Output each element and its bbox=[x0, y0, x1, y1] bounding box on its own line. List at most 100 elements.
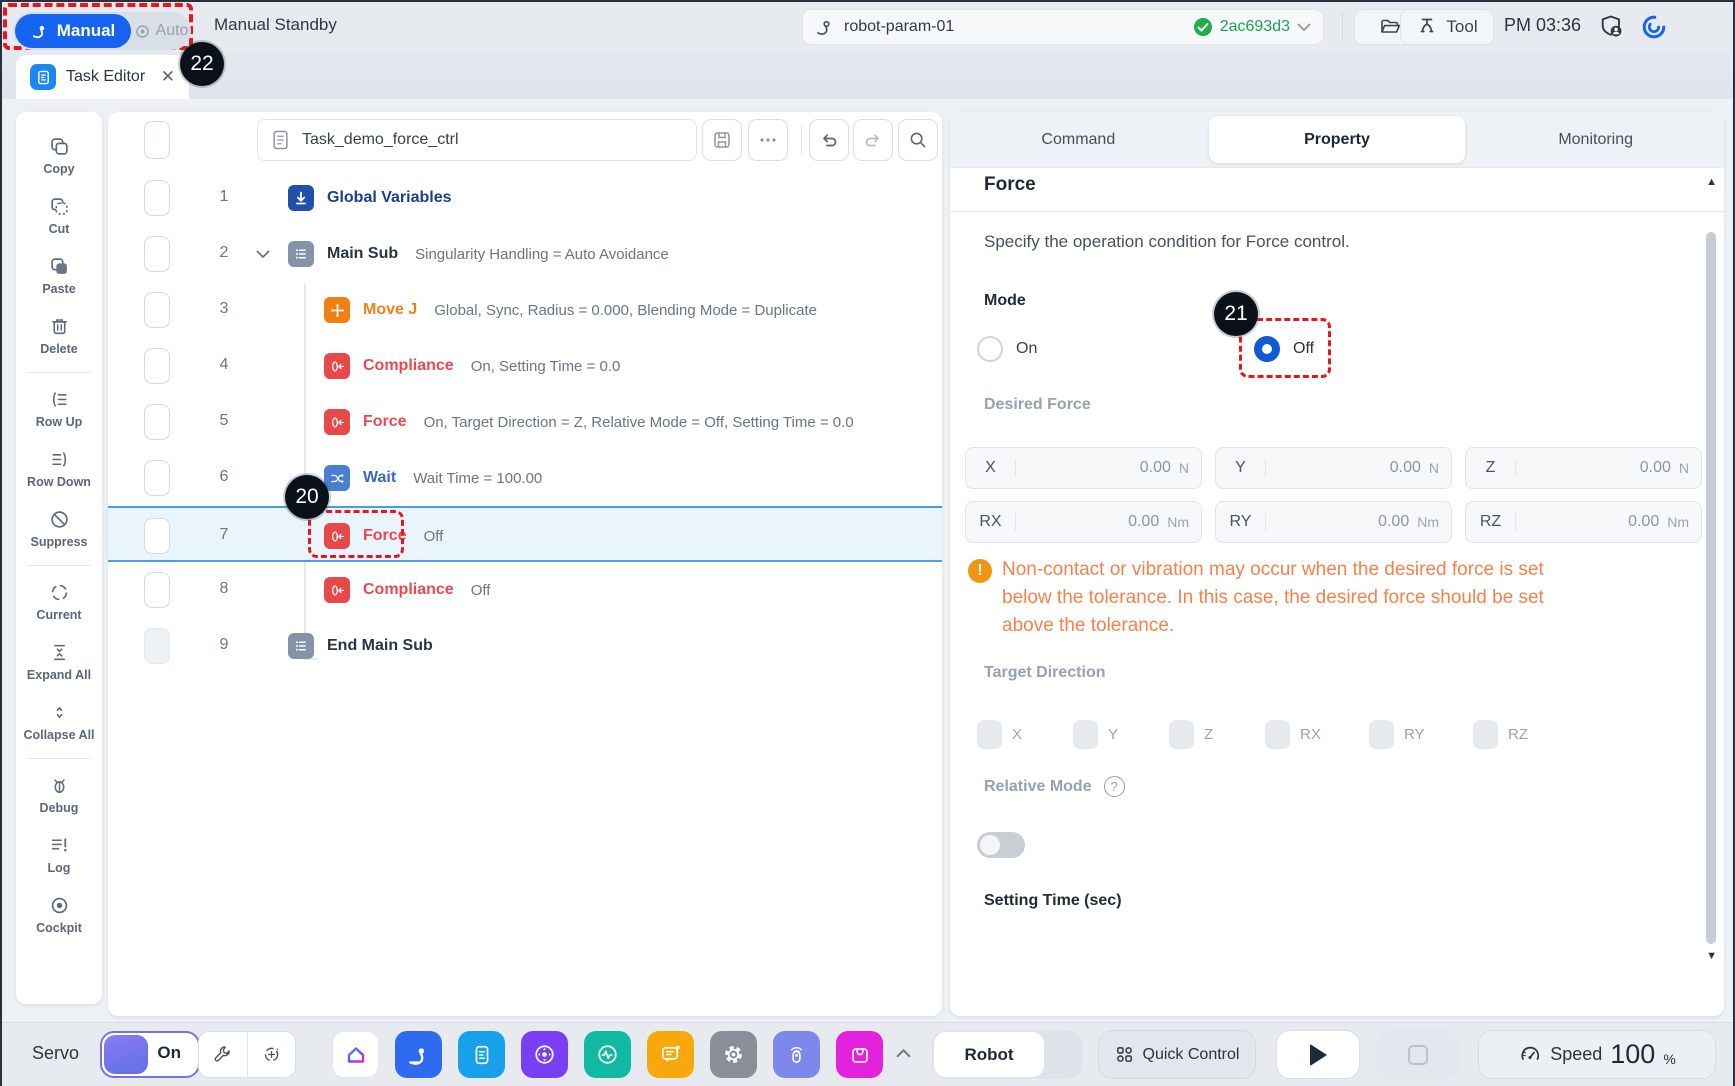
row-up-button[interactable]: Row Up bbox=[16, 379, 102, 439]
task-name-field[interactable]: Task_demo_force_ctrl bbox=[257, 119, 697, 161]
tab-monitoring[interactable]: Monitoring bbox=[1467, 112, 1724, 167]
redo-button[interactable] bbox=[853, 119, 893, 161]
mode-toggle: Manual Auto bbox=[13, 12, 191, 50]
task-row-3[interactable]: 3 Move J Global, Sync, Radius = 0.000, B… bbox=[112, 282, 938, 338]
remote-app-button[interactable] bbox=[773, 1031, 820, 1078]
robot-param-selector[interactable]: robot-param-01 2ac693d3 bbox=[802, 9, 1324, 45]
undo-button[interactable] bbox=[809, 119, 849, 161]
delete-button[interactable]: Delete bbox=[16, 306, 102, 366]
property-tabs: Command Property Monitoring bbox=[950, 112, 1724, 168]
task-row-9[interactable]: 9 End Main Sub bbox=[112, 618, 938, 674]
speedometer-icon bbox=[1518, 1043, 1542, 1067]
robot-param-name: robot-param-01 bbox=[844, 18, 954, 36]
force-input-rx: RX 0.00 Nm bbox=[965, 501, 1202, 543]
collapse-all-icon bbox=[49, 702, 70, 723]
property-heading: Force bbox=[984, 174, 1036, 196]
settings-gear-icon bbox=[721, 1042, 746, 1067]
mode-on-option[interactable]: On bbox=[977, 336, 1037, 362]
brand-swirl-icon[interactable] bbox=[1640, 13, 1668, 41]
wait-icon bbox=[324, 465, 350, 491]
scroll-up-arrow[interactable]: ▲ bbox=[1706, 176, 1717, 188]
save-task-button[interactable] bbox=[702, 119, 742, 161]
copy-button[interactable]: Copy bbox=[16, 126, 102, 186]
servo-toggle[interactable]: On bbox=[100, 1031, 200, 1078]
quick-control-button[interactable]: Quick Control bbox=[1098, 1030, 1256, 1079]
force-input-z: Z 0.00 N bbox=[1465, 447, 1702, 489]
target-axis-y: Y bbox=[1073, 720, 1118, 749]
play-button[interactable] bbox=[1276, 1030, 1360, 1079]
speed-control[interactable]: Speed 100 % bbox=[1478, 1030, 1716, 1079]
tab-property[interactable]: Property bbox=[1209, 116, 1466, 163]
log-app-button[interactable] bbox=[647, 1031, 694, 1078]
select-all-checkbox[interactable] bbox=[144, 121, 170, 159]
help-icon[interactable]: ? bbox=[1104, 776, 1125, 797]
row-checkbox-disabled bbox=[144, 628, 170, 664]
suppress-button[interactable]: Suppress bbox=[16, 499, 102, 559]
monitoring-app-button[interactable] bbox=[584, 1031, 631, 1078]
settings-app-button[interactable] bbox=[710, 1031, 757, 1078]
search-button[interactable] bbox=[898, 119, 938, 161]
task-app-button[interactable] bbox=[458, 1031, 505, 1078]
collapse-chevron-icon[interactable] bbox=[256, 250, 270, 259]
panel-scrollbar[interactable] bbox=[1706, 232, 1716, 944]
radio-on[interactable] bbox=[977, 336, 1003, 362]
row-down-button[interactable]: Row Down bbox=[16, 439, 102, 499]
collapse-all-button[interactable]: Collapse All bbox=[16, 692, 102, 752]
store-app-button[interactable] bbox=[836, 1031, 883, 1078]
wrench-button[interactable] bbox=[199, 1032, 248, 1077]
tab-command[interactable]: Command bbox=[950, 112, 1207, 167]
radio-on-label: On bbox=[1016, 340, 1037, 358]
task-row-5[interactable]: 5 Force On, Target Direction = Z, Relati… bbox=[112, 394, 938, 450]
task-row-8[interactable]: 8 Compliance Off bbox=[112, 562, 938, 618]
task-row-4[interactable]: 4 Compliance On, Setting Time = 0.0 bbox=[112, 338, 938, 394]
cockpit-button[interactable]: Cockpit bbox=[16, 885, 102, 945]
row-checkbox[interactable] bbox=[144, 572, 170, 608]
row-checkbox[interactable] bbox=[144, 348, 170, 384]
tool-button[interactable]: Tool bbox=[1400, 9, 1494, 45]
robot-mode-label: Robot bbox=[934, 1032, 1044, 1077]
end-main-sub-icon bbox=[288, 633, 314, 659]
desired-force-label: Desired Force bbox=[984, 396, 1091, 414]
sync-pose-button[interactable] bbox=[248, 1032, 296, 1077]
tab-task-editor[interactable]: Task Editor ✕ bbox=[16, 55, 189, 99]
force-input-ry: RY 0.00 Nm bbox=[1215, 501, 1452, 543]
task-editor-icon bbox=[30, 64, 56, 90]
more-options-button[interactable] bbox=[748, 119, 788, 161]
jog-app-button[interactable] bbox=[521, 1031, 568, 1078]
robot-app-button[interactable] bbox=[395, 1031, 442, 1078]
current-button[interactable]: Current bbox=[16, 572, 102, 632]
home-app-button[interactable] bbox=[332, 1031, 379, 1078]
robot-mode-switch[interactable]: Robot bbox=[932, 1030, 1082, 1079]
task-row-7-selected[interactable]: 7 Force Off bbox=[108, 506, 942, 562]
debug-button[interactable]: Debug bbox=[16, 765, 102, 825]
task-name-text: Task_demo_force_ctrl bbox=[302, 131, 459, 149]
topbar-divider bbox=[1342, 12, 1343, 42]
manual-mode-button[interactable]: Manual bbox=[15, 14, 131, 48]
paste-button[interactable]: Paste bbox=[16, 246, 102, 306]
speed-unit: % bbox=[1663, 1051, 1675, 1067]
step-badge-22: 22 bbox=[180, 42, 224, 86]
tab-close-icon[interactable]: ✕ bbox=[161, 67, 175, 87]
scroll-down-arrow[interactable]: ▼ bbox=[1706, 950, 1717, 962]
dock-collapse-chevron[interactable] bbox=[896, 1045, 911, 1062]
log-button[interactable]: Log bbox=[16, 825, 102, 885]
cut-button[interactable]: Cut bbox=[16, 186, 102, 246]
chevron-down-icon[interactable] bbox=[1297, 23, 1311, 32]
auto-mode-button[interactable]: Auto bbox=[131, 22, 191, 40]
robot-arm-icon bbox=[31, 22, 50, 41]
task-row-6[interactable]: 6 Wait Wait Time = 100.00 bbox=[112, 450, 938, 506]
save-icon bbox=[712, 130, 732, 150]
safety-shield-icon[interactable] bbox=[1598, 13, 1626, 41]
row-checkbox[interactable] bbox=[144, 404, 170, 440]
property-panel: Command Property Monitoring Force Specif… bbox=[950, 112, 1724, 1016]
force-icon bbox=[324, 409, 350, 435]
row-checkbox[interactable] bbox=[144, 236, 170, 272]
row-checkbox[interactable] bbox=[144, 460, 170, 496]
task-row-2[interactable]: 2 Main Sub Singularity Handling = Auto A… bbox=[112, 226, 938, 282]
row-checkbox[interactable] bbox=[144, 292, 170, 328]
task-row-1[interactable]: 1 Global Variables bbox=[112, 170, 938, 226]
expand-all-button[interactable]: Expand All bbox=[16, 632, 102, 692]
row-down-icon bbox=[49, 449, 70, 470]
row-checkbox[interactable] bbox=[144, 518, 170, 554]
row-checkbox[interactable] bbox=[144, 180, 170, 216]
